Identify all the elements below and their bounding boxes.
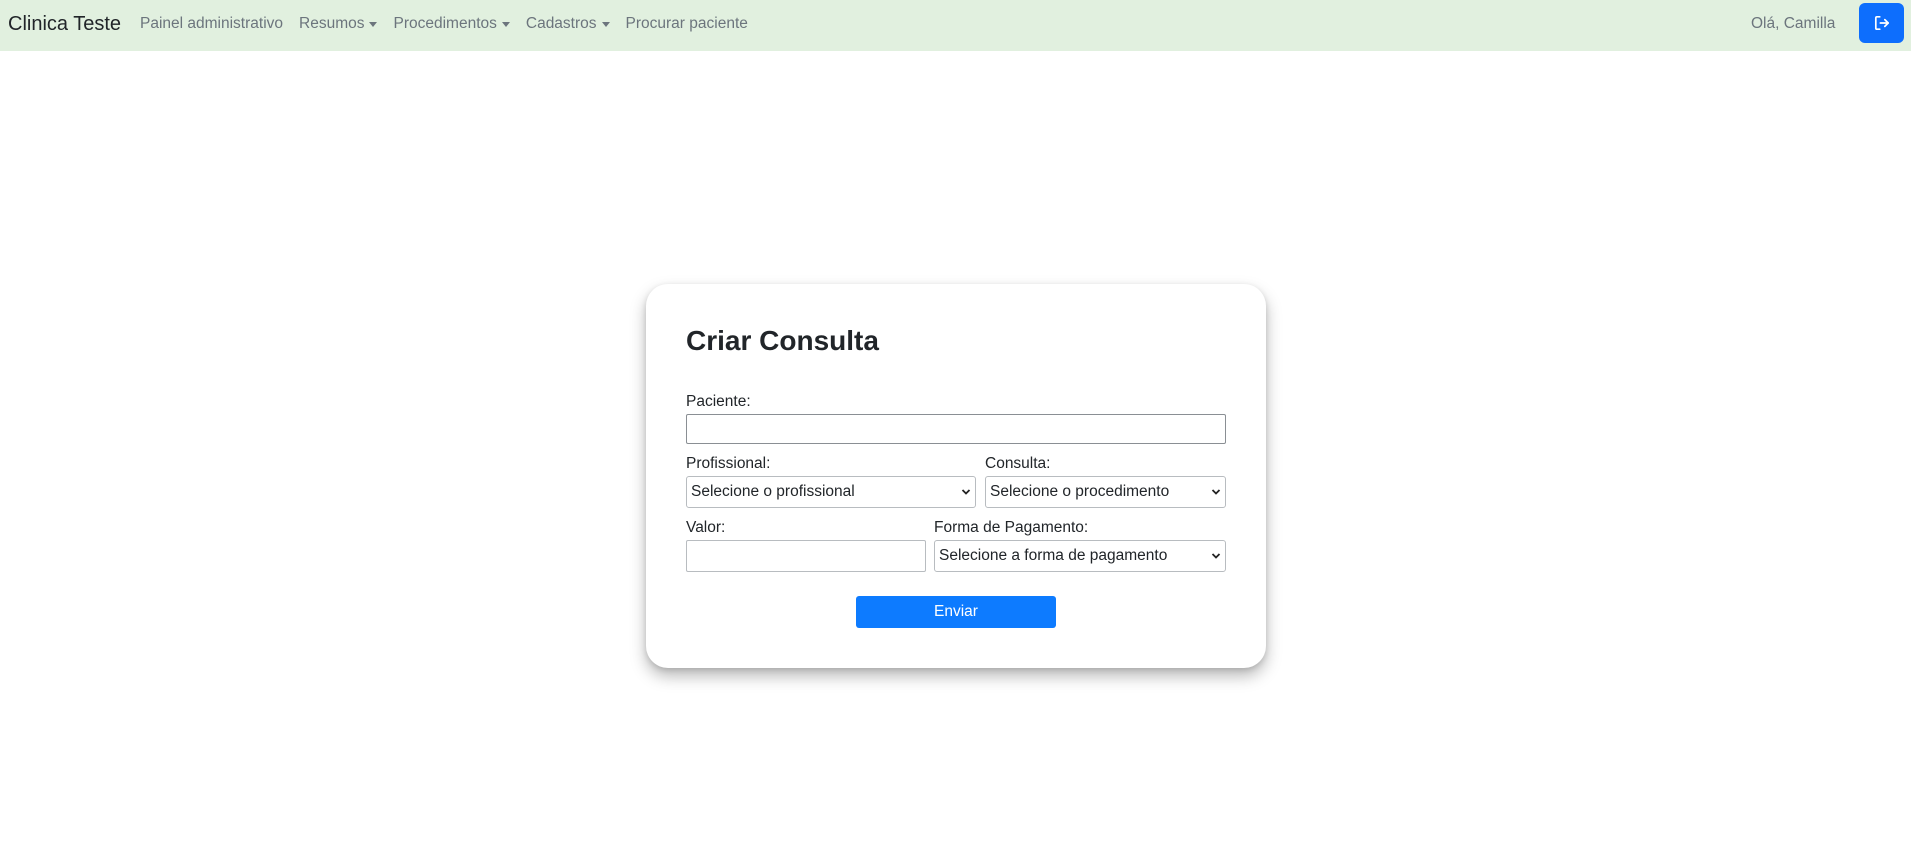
nav-item-procurar-paciente[interactable]: Procurar paciente (626, 14, 748, 34)
profissional-selected-value: Selecione o profissional (691, 483, 855, 500)
create-appointment-card: Criar Consulta Paciente: Profissional: S… (646, 284, 1266, 668)
user-greeting: Olá, Camilla (1751, 15, 1836, 32)
nav-item-label: Cadastros (525, 15, 597, 32)
forma-pagamento-selected-value: Selecione a forma de pagamento (939, 547, 1168, 564)
paciente-input[interactable] (686, 414, 1226, 444)
paciente-label: Paciente: (686, 393, 751, 410)
nav-item-label: Procurar paciente (625, 15, 748, 32)
nav-item-label: Resumos (299, 15, 365, 32)
forma-pagamento-select[interactable]: Selecione a forma de pagamento (934, 540, 1226, 572)
nav-item-label: Painel administrativo (140, 15, 284, 32)
nav-links: Painel administrativo Resumos Procedimen… (140, 14, 748, 34)
profissional-select[interactable]: Selecione o profissional (686, 476, 976, 508)
nav-item-resumos[interactable]: Resumos (299, 14, 378, 34)
logout-button[interactable] (1859, 3, 1904, 43)
form-title: Criar Consulta (686, 325, 879, 356)
enviar-button[interactable]: Enviar (856, 596, 1056, 628)
nav-item-label: Procedimentos (393, 15, 497, 32)
top-navbar: Clinica Teste Painel administrativo Resu… (0, 0, 1911, 51)
caret-down-icon (501, 21, 510, 27)
chevron-down-icon (961, 489, 971, 495)
consulta-label: Consulta: (985, 455, 1051, 472)
consulta-selected-value: Selecione o procedimento (990, 483, 1170, 500)
nav-item-procedimentos[interactable]: Procedimentos (393, 14, 510, 34)
consulta-select[interactable]: Selecione o procedimento (985, 476, 1226, 508)
chevron-down-icon (1211, 489, 1221, 495)
brand-link[interactable]: Clinica Teste (8, 12, 121, 36)
valor-input[interactable] (686, 540, 926, 572)
forma-pagamento-label: Forma de Pagamento: (934, 519, 1089, 536)
profissional-label: Profissional: (686, 455, 771, 472)
logout-icon (1874, 15, 1889, 31)
caret-down-icon (369, 21, 378, 27)
nav-item-painel-administrativo[interactable]: Painel administrativo (140, 14, 283, 34)
valor-label: Valor: (686, 519, 726, 536)
nav-item-cadastros[interactable]: Cadastros (526, 14, 610, 34)
caret-down-icon (601, 21, 610, 27)
chevron-down-icon (1211, 553, 1221, 559)
